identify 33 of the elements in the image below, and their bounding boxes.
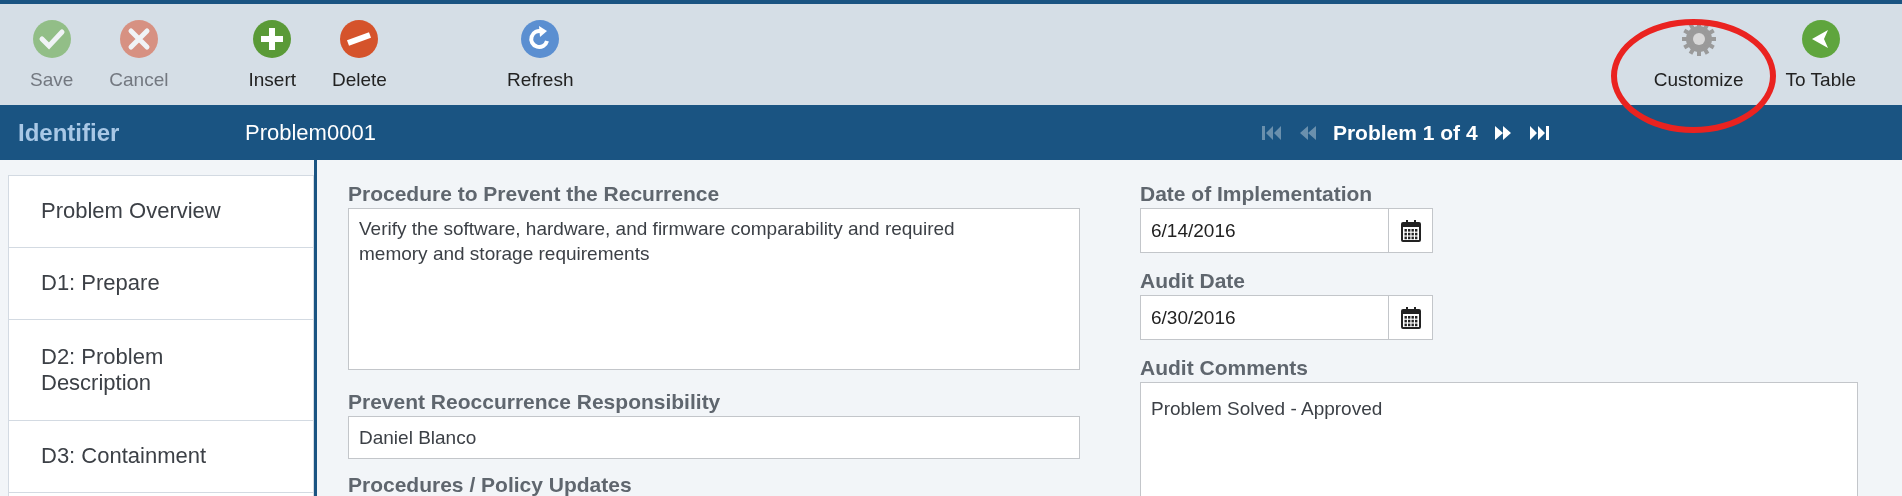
calendar-icon: [1400, 306, 1421, 329]
sidebar-item[interactable]: D2: Problem Description: [8, 320, 314, 421]
sidebar-item[interactable]: D3: Containment: [8, 421, 314, 493]
record-counter: Problem 1 of 4: [1332, 120, 1478, 145]
sidebar-item[interactable]: D1: Prepare: [8, 248, 314, 320]
toolbar-button[interactable]: Delete: [322, 14, 397, 95]
calendar-icon: [1400, 219, 1421, 242]
input-field[interactable]: Daniel Blanco: [348, 416, 1080, 459]
sidebar-item[interactable]: Problem Overview: [8, 175, 314, 248]
check-icon: [31, 18, 72, 59]
toolbar-button[interactable]: To Table: [1775, 14, 1866, 95]
text-area[interactable]: Problem Solved - Approved: [1140, 382, 1858, 496]
close-icon: [118, 18, 159, 59]
date-field[interactable]: 6/30/2016: [1140, 295, 1389, 340]
text-area[interactable]: Verify the software, hardware, and firmware comparability and required memory and storage requirements: [348, 208, 1080, 370]
field-label: Prevent Reoccurrence Responsibility: [348, 390, 722, 414]
last-page-icon[interactable]: [1527, 124, 1550, 141]
plus-icon: [252, 18, 293, 59]
refresh-icon: [520, 18, 561, 59]
date-field[interactable]: 6/14/2016: [1140, 208, 1389, 253]
toolbar-button[interactable]: Insert: [238, 14, 306, 95]
minus-icon: [339, 18, 380, 59]
field-label: Date of Implementation: [1140, 182, 1374, 206]
toolbar-button[interactable]: Refresh: [496, 14, 584, 95]
field-label: Procedures / Policy Updates: [348, 473, 633, 496]
field-label: Audit Comments: [1140, 356, 1309, 380]
identifier-value: Problem0001: [245, 119, 376, 146]
toolbar-button[interactable]: Customize: [1643, 14, 1754, 95]
field-label: Procedure to Prevent the Recurrence: [348, 182, 721, 206]
field-label: Audit Date: [1140, 269, 1246, 293]
identifier-label: Identifier: [18, 118, 121, 147]
calendar-button[interactable]: [1389, 295, 1433, 340]
calendar-button[interactable]: [1389, 208, 1433, 253]
